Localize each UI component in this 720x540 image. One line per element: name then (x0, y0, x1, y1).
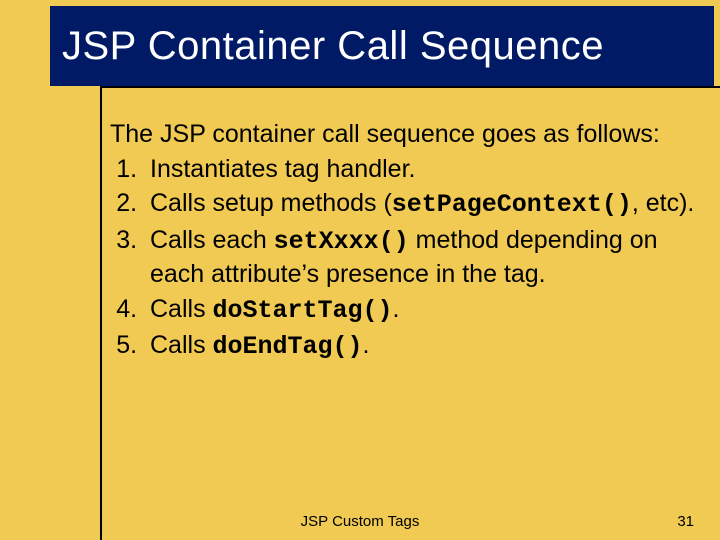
item-text: , etc). (632, 189, 695, 217)
item-text: Calls each (150, 226, 274, 254)
item-text: . (393, 295, 400, 323)
item-text: . (363, 331, 370, 359)
code-text: setXxxx() (274, 227, 409, 256)
item-text: Instantiates tag handler. (150, 155, 415, 183)
slide-title: JSP Container Call Sequence (62, 24, 604, 69)
code-text: setPageContext() (392, 190, 632, 219)
intro-text: The JSP container call sequence goes as … (110, 118, 696, 151)
list-item: Calls each setXxxx() method depending on… (144, 224, 696, 291)
title-band: JSP Container Call Sequence (50, 6, 714, 86)
item-text: Calls setup methods ( (150, 189, 392, 217)
code-text: doEndTag() (213, 332, 363, 361)
list-item: Calls doStartTag(). (144, 293, 696, 328)
divider-vertical (100, 86, 102, 540)
list-item: Instantiates tag handler. (144, 153, 696, 186)
list-item: Calls doEndTag(). (144, 329, 696, 364)
divider-horizontal (100, 86, 720, 88)
code-text: doStartTag() (213, 296, 393, 325)
sequence-list: Instantiates tag handler. Calls setup me… (110, 153, 696, 364)
body-content: The JSP container call sequence goes as … (110, 118, 696, 366)
footer-label: JSP Custom Tags (0, 513, 720, 530)
list-item: Calls setup methods (setPageContext(), e… (144, 187, 696, 222)
item-text: Calls (150, 331, 213, 359)
page-number: 31 (677, 513, 694, 530)
item-text: Calls (150, 295, 213, 323)
slide: JSP Container Call Sequence The JSP cont… (0, 0, 720, 540)
